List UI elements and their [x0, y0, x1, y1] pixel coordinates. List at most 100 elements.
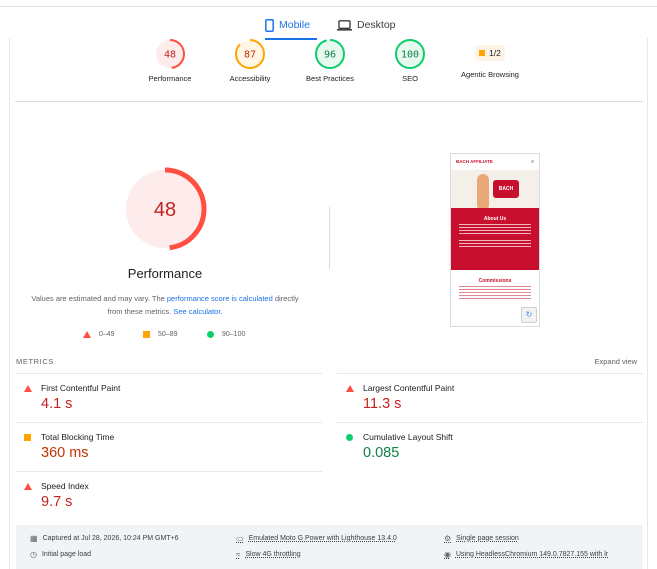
menu-icon: ≡ [531, 159, 534, 165]
score-gauge: 48 [155, 39, 185, 69]
score-value: 96 [324, 50, 336, 61]
category-performance[interactable]: 48 Performance [130, 38, 210, 83]
load-text: Initial page load [41, 551, 92, 558]
calendar-icon: ▦ [30, 534, 38, 543]
device-info[interactable]: ▭ Emulated Moto G Power with Lighthouse 1… [236, 534, 397, 543]
top-divider [0, 6, 657, 7]
performance-note: Values are estimated and may vary. The p… [30, 292, 300, 318]
tab-desktop[interactable]: Desktop [337, 12, 396, 38]
metric-value: 9.7 s [41, 494, 73, 510]
score-gauge: 96 [315, 39, 345, 69]
thumbnail-person-image [477, 174, 489, 208]
agentic-score-badge: 1/2 [475, 45, 505, 61]
device-text: Emulated Moto G Power with Lighthouse 13… [248, 535, 397, 542]
phone-icon [265, 18, 274, 32]
orange-square-icon [479, 50, 486, 56]
orange-square-icon [143, 331, 150, 338]
metric-value: 4.1 s [41, 396, 73, 412]
timer-icon: ◷ [30, 550, 37, 559]
metric-name: Total Blocking Time [41, 432, 115, 442]
divider [16, 422, 322, 423]
legend-range: 90–100 [222, 331, 246, 338]
device-tabs: Mobile Desktop [0, 12, 657, 40]
thumbnail-hero: BACH [451, 170, 539, 208]
category-label: SEO [402, 74, 418, 83]
session-icon: ⚙ [444, 534, 452, 543]
thumbnail-section-title: About Us [483, 216, 507, 222]
performance-title: Performance [127, 266, 203, 281]
tab-mobile[interactable]: Mobile [265, 12, 317, 40]
panel-border-left [9, 38, 10, 569]
red-triangle-icon [83, 331, 91, 338]
metric-largest-contentful-paint: Largest Contentful Paint 11.3 s [346, 383, 646, 412]
thumbnail-commissions-section: Commissions [451, 270, 539, 299]
thumbnail-logo: BACH [493, 180, 519, 198]
score-value: 87 [244, 50, 256, 61]
score-value: 1/2 [489, 48, 501, 58]
category-agentic-browsing[interactable]: 1/2 Agentic Browsing [450, 38, 530, 79]
vertical-divider [329, 207, 330, 269]
thumbnail-section-title: Commissions [478, 278, 512, 284]
orange-square-icon [24, 434, 31, 441]
divider [337, 373, 643, 374]
legend-pass: 90–100 [207, 331, 245, 338]
metric-value: 11.3 s [363, 396, 402, 412]
calculator-link[interactable]: See calculator. [173, 307, 222, 316]
metric-name: First Contentful Paint [41, 383, 121, 393]
metric-name: Speed Index [41, 481, 89, 491]
legend-average: 50–89 [143, 331, 177, 338]
metric-name: Cumulative Layout Shift [363, 432, 453, 442]
metric-speed-index: Speed Index 9.7 s [24, 481, 324, 510]
divider [15, 101, 643, 102]
metric-name: Largest Contentful Paint [363, 383, 455, 393]
score-gauge: 100 [395, 39, 425, 69]
thumbnail-header: BACH AFFILIATE ≡ [451, 154, 539, 170]
score-gauge: 87 [235, 39, 265, 69]
device-icon: ▭ [236, 534, 244, 543]
green-circle-icon [207, 331, 214, 338]
browser-text: Using HeadlessChromium 149.0.7827.155 wi… [455, 551, 609, 558]
session-info[interactable]: ⚙ Single page session [444, 534, 519, 543]
throttle-info[interactable]: ≈ Slow 4G throttling [236, 550, 301, 559]
score-value: 100 [401, 50, 419, 61]
browser-info[interactable]: ◉ Using HeadlessChromium 149.0.7827.155 w… [444, 550, 608, 559]
metric-value: 360 ms [41, 445, 89, 461]
performance-score-link[interactable]: performance score is calculated [167, 294, 273, 303]
category-label: Accessibility [229, 74, 271, 83]
category-accessibility[interactable]: 87 Accessibility [210, 38, 290, 83]
thumbnail-about-section: About Us [451, 208, 539, 270]
throttle-text: Slow 4G throttling [245, 551, 301, 558]
metric-total-blocking-time: Total Blocking Time 360 ms [24, 432, 324, 461]
tab-mobile-label: Mobile [279, 19, 310, 31]
category-best-practices[interactable]: 96 Best Practices [290, 38, 370, 83]
legend-range: 0–49 [99, 331, 115, 338]
legend-fail: 0–49 [83, 331, 115, 338]
wifi-icon: ≈ [236, 550, 241, 559]
metrics-heading: METRICS [16, 357, 54, 366]
session-text: Single page session [456, 535, 519, 542]
score-value: 48 [164, 50, 176, 61]
panel-border-right [647, 38, 648, 569]
browser-icon: ◉ [444, 550, 451, 559]
note-text: Values are estimated and may vary. The [31, 294, 167, 303]
page-screenshot-thumbnail[interactable]: BACH AFFILIATE ≡ BACH About Us Commissio… [450, 153, 540, 327]
performance-score-gauge: 48 [123, 167, 207, 251]
expand-view-button[interactable]: Expand view [594, 357, 637, 366]
divider [16, 373, 322, 374]
legend-range: 50–89 [158, 331, 178, 338]
recaptcha-icon: ↻ [521, 307, 537, 323]
red-triangle-icon [346, 385, 354, 392]
metric-first-contentful-paint: First Contentful Paint 4.1 s [24, 383, 324, 412]
divider [16, 471, 322, 472]
load-info: ◷ Initial page load [30, 550, 91, 559]
run-info-footer: ▦ Captured at Jul 28, 2026, 10:24 PM GMT+… [16, 525, 643, 569]
metric-cumulative-layout-shift: Cumulative Layout Shift 0.085 [346, 432, 646, 461]
metric-value: 0.085 [363, 445, 400, 461]
red-triangle-icon [24, 385, 32, 392]
performance-score-value: 48 [154, 199, 176, 221]
category-seo[interactable]: 100 SEO [370, 38, 450, 83]
captured-text: Captured at Jul 28, 2026, 10:24 PM GMT+6 [42, 535, 179, 542]
laptop-icon [337, 19, 352, 31]
category-label: Best Practices [306, 74, 354, 83]
green-circle-icon [346, 434, 353, 441]
